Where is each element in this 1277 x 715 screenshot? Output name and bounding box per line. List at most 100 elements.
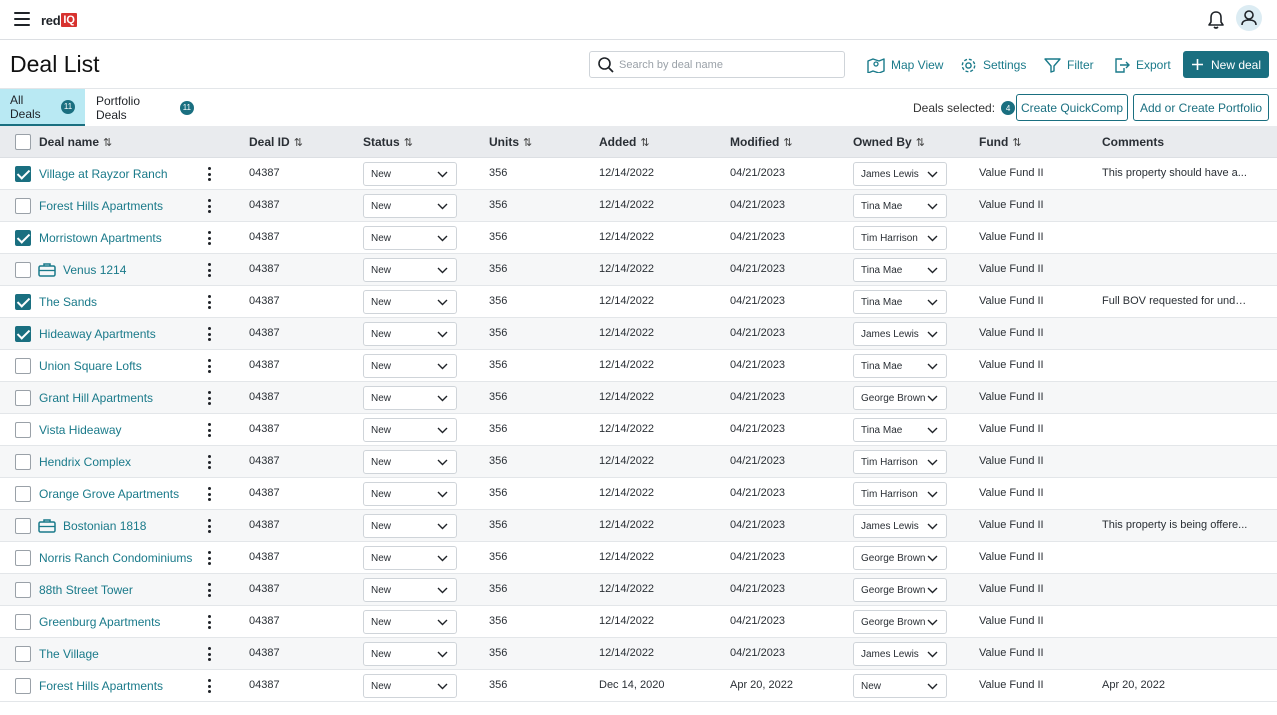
deal-name-link[interactable]: 88th Street Tower [39,583,133,597]
user-avatar[interactable] [1236,5,1262,31]
owner-select[interactable]: Tina Mae [853,354,947,378]
more-options-icon[interactable] [204,390,214,406]
row-checkbox[interactable] [15,294,31,310]
owner-select[interactable]: Tim Harrison [853,482,947,506]
more-options-icon[interactable] [204,358,214,374]
create-quickcomp-button[interactable]: Create QuickComp [1016,94,1128,121]
export-button[interactable]: Export [1113,55,1171,75]
deal-name-link[interactable]: Norris Ranch Condominiums [39,551,192,565]
more-options-icon[interactable] [204,550,214,566]
filter-button[interactable]: Filter [1044,55,1094,75]
tab-portfolio-deals[interactable]: Portfolio Deals 11 [86,89,204,126]
owner-select[interactable]: Tim Harrison [853,226,947,250]
status-select[interactable]: New [363,386,457,410]
owner-select[interactable]: Tina Mae [853,194,947,218]
more-options-icon[interactable] [204,230,214,246]
deal-name-link[interactable]: Greenburg Apartments [39,615,160,629]
deal-name-link[interactable]: The Sands [39,295,97,309]
owner-select[interactable]: George Brown [853,546,947,570]
deal-name-link[interactable]: Orange Grove Apartments [39,487,179,501]
more-options-icon[interactable] [204,198,214,214]
more-options-icon[interactable] [204,518,214,534]
status-select[interactable]: New [363,642,457,666]
row-checkbox[interactable] [15,582,31,598]
deal-name-link[interactable]: Morristown Apartments [39,231,162,245]
add-create-portfolio-button[interactable]: Add or Create Portfolio [1133,94,1269,121]
search-input[interactable] [619,56,834,73]
deal-name-link[interactable]: Grant Hill Apartments [39,391,153,405]
menu-icon[interactable] [14,12,30,26]
status-select[interactable]: New [363,258,457,282]
deal-name-link[interactable]: The Village [39,647,99,661]
column-header-added[interactable]: Added ⇅ [599,135,650,149]
select-all-checkbox[interactable] [15,134,31,150]
map-view-button[interactable]: Map View [867,55,943,75]
row-checkbox[interactable] [15,390,31,406]
status-select[interactable]: New [363,354,457,378]
deal-name-link[interactable]: Forest Hills Apartments [39,679,163,693]
owner-select[interactable]: New [853,674,947,698]
status-select[interactable]: New [363,290,457,314]
status-select[interactable]: New [363,162,457,186]
row-checkbox[interactable] [15,166,31,182]
status-select[interactable]: New [363,546,457,570]
more-options-icon[interactable] [204,166,214,182]
row-checkbox[interactable] [15,422,31,438]
row-checkbox[interactable] [15,454,31,470]
more-options-icon[interactable] [204,486,214,502]
column-header-units[interactable]: Units ⇅ [489,135,532,149]
more-options-icon[interactable] [204,454,214,470]
status-select[interactable]: New [363,450,457,474]
settings-button[interactable]: Settings [960,55,1026,75]
more-options-icon[interactable] [204,582,214,598]
search-box[interactable] [589,51,845,78]
column-header-deal-name[interactable]: Deal name ⇅ [39,135,112,149]
column-header-fund[interactable]: Fund ⇅ [979,135,1022,149]
column-header-deal-id[interactable]: Deal ID ⇅ [249,135,303,149]
owner-select[interactable]: James Lewis [853,642,947,666]
app-logo[interactable]: red IQ [41,11,77,29]
row-checkbox[interactable] [15,614,31,630]
deal-name-link[interactable]: Forest Hills Apartments [39,199,163,213]
tab-all-deals[interactable]: All Deals 11 [0,89,85,126]
row-checkbox[interactable] [15,678,31,694]
status-select[interactable]: New [363,514,457,538]
more-options-icon[interactable] [204,326,214,342]
status-select[interactable]: New [363,322,457,346]
row-checkbox[interactable] [15,262,31,278]
column-header-owned-by[interactable]: Owned By ⇅ [853,135,925,149]
more-options-icon[interactable] [204,262,214,278]
status-select[interactable]: New [363,578,457,602]
deal-name-link[interactable]: Hideaway Apartments [39,327,156,341]
more-options-icon[interactable] [204,294,214,310]
status-select[interactable]: New [363,418,457,442]
more-options-icon[interactable] [204,678,214,694]
owner-select[interactable]: George Brown [853,386,947,410]
owner-select[interactable]: George Brown [853,610,947,634]
deal-name-link[interactable]: Hendrix Complex [39,455,131,469]
owner-select[interactable]: James Lewis [853,162,947,186]
more-options-icon[interactable] [204,614,214,630]
deal-name-link[interactable]: Venus 1214 [63,263,126,277]
column-header-modified[interactable]: Modified ⇅ [730,135,793,149]
row-checkbox[interactable] [15,646,31,662]
owner-select[interactable]: Tim Harrison [853,450,947,474]
deal-name-link[interactable]: Vista Hideaway [39,423,122,437]
more-options-icon[interactable] [204,646,214,662]
owner-select[interactable]: Tina Mae [853,290,947,314]
status-select[interactable]: New [363,194,457,218]
owner-select[interactable]: Tina Mae [853,258,947,282]
row-checkbox[interactable] [15,486,31,502]
row-checkbox[interactable] [15,198,31,214]
column-header-status[interactable]: Status ⇅ [363,135,413,149]
owner-select[interactable]: Tina Mae [853,418,947,442]
more-options-icon[interactable] [204,422,214,438]
status-select[interactable]: New [363,610,457,634]
row-checkbox[interactable] [15,518,31,534]
row-checkbox[interactable] [15,230,31,246]
status-select[interactable]: New [363,226,457,250]
owner-select[interactable]: James Lewis [853,514,947,538]
deal-name-link[interactable]: Union Square Lofts [39,359,142,373]
new-deal-button[interactable]: New deal [1183,51,1269,78]
status-select[interactable]: New [363,482,457,506]
